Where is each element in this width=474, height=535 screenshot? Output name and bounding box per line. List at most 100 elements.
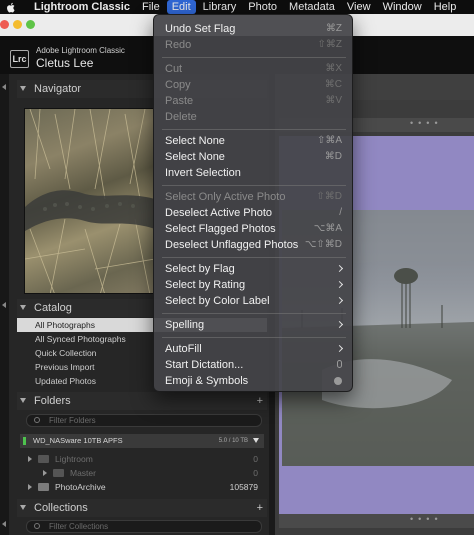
mac-menu-bar: Lightroom Classic File Edit Library Phot… <box>0 0 474 14</box>
menu-item-deselect-unflagged[interactable]: Deselect Unflagged Photos ⌥⇧⌘D <box>154 237 354 253</box>
folder-name: Master <box>70 468 96 478</box>
menu-separator <box>162 337 346 338</box>
add-folder-icon[interactable]: + <box>257 392 263 410</box>
collapse-left-panel-icon[interactable] <box>2 521 6 527</box>
folders-title: Folders <box>34 395 71 407</box>
menu-view[interactable]: View <box>347 0 371 14</box>
folder-count: 0 <box>253 454 258 464</box>
shortcut-label: ⇧⌘A <box>316 135 342 146</box>
shortcut-label: / <box>339 207 342 218</box>
folder-icon <box>38 455 49 463</box>
menu-item-select-by-color[interactable]: Select by Color Label <box>154 293 354 309</box>
menu-item-label: Deselect Unflagged Photos <box>165 239 299 251</box>
menu-item-paste[interactable]: Paste ⌘V <box>154 93 354 109</box>
collapse-left-panel-icon[interactable] <box>2 84 6 90</box>
menu-item-undo[interactable]: Undo Set Flag ⌘Z <box>154 21 354 37</box>
menu-separator <box>162 257 346 258</box>
more-icon[interactable]: •••• <box>410 118 443 128</box>
menu-item-label: Delete <box>165 111 197 123</box>
folders-header[interactable]: Folders + <box>17 392 267 410</box>
collections-header[interactable]: Collections + <box>17 499 267 517</box>
grid-cell-bottom[interactable] <box>279 514 474 528</box>
shortcut-label: ⌥⌘A <box>313 223 342 234</box>
menu-window[interactable]: Window <box>383 0 422 14</box>
menu-item-spelling[interactable]: Spelling <box>154 317 354 333</box>
navigator-preview[interactable] <box>24 108 154 294</box>
navigator-title: Navigator <box>34 83 82 95</box>
menu-library[interactable]: Library <box>203 0 237 14</box>
chevron-right-icon <box>335 296 344 305</box>
filter-folders-input[interactable]: Filter Folders <box>26 414 262 427</box>
filter-collections-input[interactable]: Filter Collections <box>26 520 262 533</box>
shortcut-label: ⇧⌘D <box>316 191 342 202</box>
menu-item-label: Emoji & Symbols <box>165 375 249 387</box>
filter-collections-placeholder: Filter Collections <box>49 522 109 531</box>
expand-icon[interactable] <box>43 470 47 476</box>
left-panel-edge[interactable] <box>0 74 9 535</box>
menu-item-label: Deselect Active Photo <box>165 207 273 219</box>
menu-item-delete[interactable]: Delete <box>154 109 354 125</box>
menu-item-label: Select by Color Label <box>165 295 270 307</box>
menu-item-select-by-flag[interactable]: Select by Flag <box>154 261 354 277</box>
menu-item-autofill[interactable]: AutoFill <box>154 341 354 357</box>
collapse-left-panel-icon[interactable] <box>2 302 6 308</box>
menu-edit[interactable]: Edit <box>166 0 196 14</box>
menu-item-label: Undo Set Flag <box>165 23 236 35</box>
menu-item-cut[interactable]: Cut ⌘X <box>154 61 354 77</box>
navigator-photo <box>25 109 153 293</box>
menu-item-invert-selection[interactable]: Invert Selection <box>154 165 354 181</box>
zoom-window-button[interactable] <box>26 20 35 29</box>
expand-icon[interactable] <box>28 456 32 462</box>
menu-separator <box>162 313 346 314</box>
volume-status-indicator <box>23 437 26 445</box>
menu-separator <box>162 57 346 58</box>
volume-bar[interactable]: WD_NASware 10TB APFS 5.0 / 10 TB <box>20 434 264 448</box>
menu-lightroom[interactable]: Lightroom Classic <box>34 0 130 14</box>
add-collection-icon[interactable]: + <box>257 499 263 517</box>
disclosure-down-icon <box>20 398 26 403</box>
search-icon <box>34 417 40 423</box>
folder-icon <box>38 483 49 491</box>
minimize-window-button[interactable] <box>13 20 22 29</box>
menu-photo[interactable]: Photo <box>248 0 277 14</box>
identity-name: Cletus Lee <box>36 56 94 70</box>
more-icon[interactable]: •••• <box>410 514 443 524</box>
menu-item-label: Select Only Active Photo <box>165 191 286 203</box>
menu-item-select-by-rating[interactable]: Select by Rating <box>154 277 354 293</box>
folder-icon <box>53 469 64 477</box>
volume-size: 5.0 / 10 TB <box>218 438 248 444</box>
menu-help[interactable]: Help <box>434 0 457 14</box>
menu-item-label: Paste <box>165 95 194 107</box>
collections-title: Collections <box>34 502 88 514</box>
shortcut-label: ⌥⇧⌘D <box>304 239 342 250</box>
menu-item-deselect-active[interactable]: Deselect Active Photo / <box>154 205 354 221</box>
close-window-button[interactable] <box>0 20 9 29</box>
menu-item-select-none[interactable]: Select None ⌘D <box>154 149 354 165</box>
folder-row-master[interactable]: Master 0 <box>20 466 264 480</box>
menu-item-emoji-symbols[interactable]: Emoji & Symbols <box>154 373 354 389</box>
chevron-right-icon <box>335 264 344 273</box>
menu-item-redo[interactable]: Redo ⇧⌘Z <box>154 37 354 53</box>
disclosure-down-icon <box>20 505 26 510</box>
lrc-logo: Lrc <box>10 50 29 68</box>
shortcut-label: ⌘Z <box>325 23 342 34</box>
menu-separator <box>162 185 346 186</box>
disclosure-down-icon <box>20 305 26 310</box>
chevron-right-icon <box>335 344 344 353</box>
menu-metadata[interactable]: Metadata <box>289 0 335 14</box>
expand-icon[interactable] <box>28 484 32 490</box>
menu-item-copy[interactable]: Copy ⌘C <box>154 77 354 93</box>
menu-item-select-flagged[interactable]: Select Flagged Photos ⌥⌘A <box>154 221 354 237</box>
menu-item-select-all[interactable]: Select None ⇧⌘A <box>154 133 354 149</box>
shortcut-label: ⇧⌘Z <box>317 39 343 50</box>
folder-count: 105879 <box>229 482 258 492</box>
shortcut-label: ⌘C <box>324 79 342 90</box>
menu-item-label: Select None <box>165 151 225 163</box>
menu-item-start-dictation[interactable]: Start Dictation... <box>154 357 354 373</box>
folder-row-lightroom[interactable]: Lightroom 0 <box>20 452 264 466</box>
menu-item-select-only-active[interactable]: Select Only Active Photo ⇧⌘D <box>154 189 354 205</box>
apple-icon[interactable] <box>6 2 16 13</box>
menu-file[interactable]: File <box>142 0 160 14</box>
volume-dropdown-icon[interactable] <box>253 438 259 443</box>
folder-row-photoarchive[interactable]: PhotoArchive 105879 <box>20 480 264 494</box>
